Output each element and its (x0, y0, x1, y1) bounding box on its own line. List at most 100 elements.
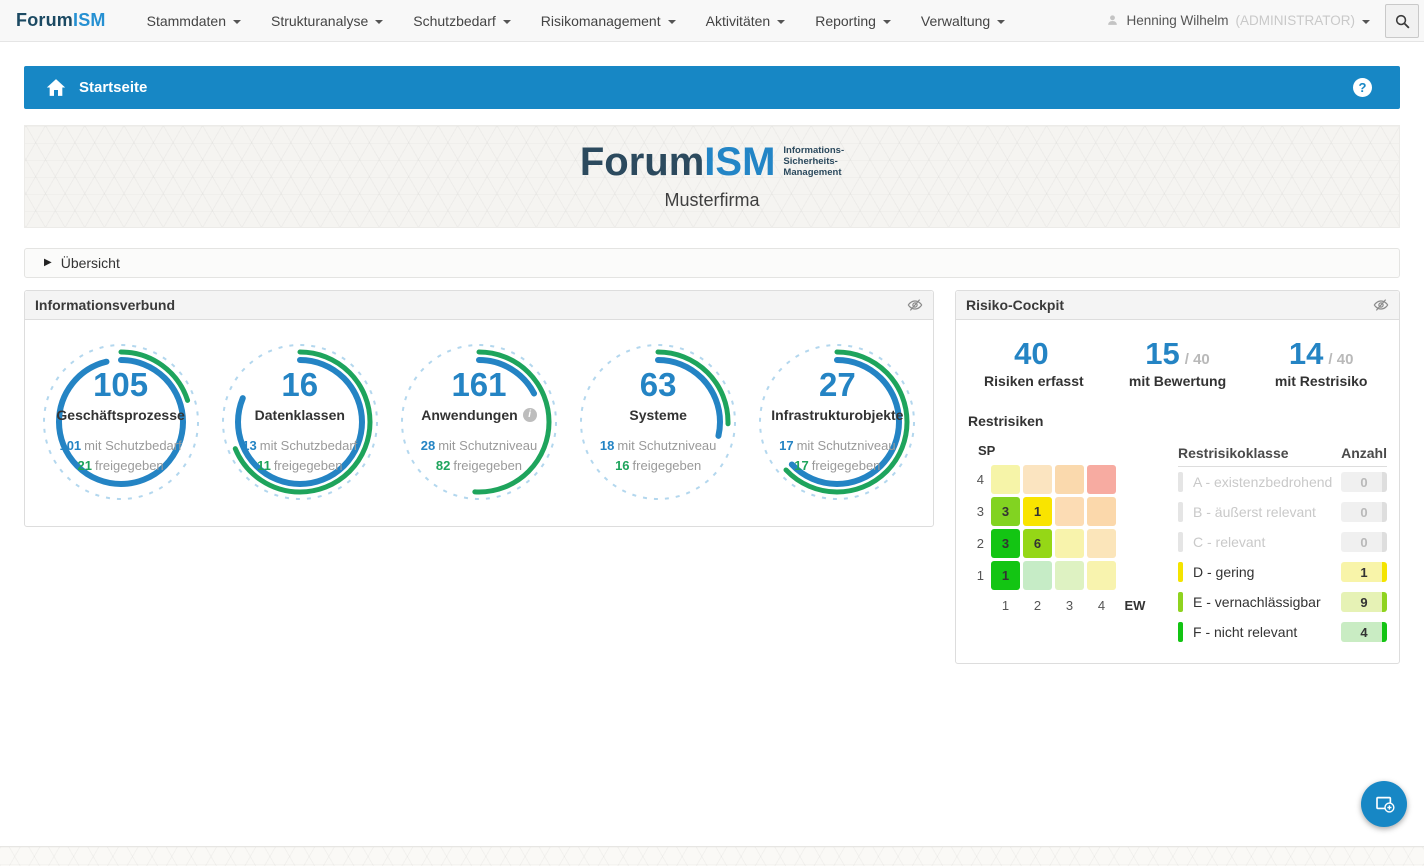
legend-header: Restrisikoklasse Anzahl (1178, 445, 1387, 467)
caret-down-icon (503, 20, 511, 24)
app-logo[interactable]: ForumISM (16, 10, 106, 31)
card-anwendungen[interactable]: 161 Anwendungen i 28mit Schutzniveau 82f… (391, 340, 567, 508)
page-title: Startseite (79, 79, 147, 96)
page-footer (0, 846, 1424, 866)
matrix-row-label: 3 (977, 504, 988, 519)
matrix-col-label: 4 (1098, 598, 1105, 613)
card-text: 27 Infrastrukturobjekte 17mit Schutznive… (749, 340, 925, 477)
line1-text: mit Schutzbedarf (84, 438, 182, 453)
legend-label: A - existenzbedrohend (1193, 474, 1332, 490)
card-line2: 16freigegeben (600, 456, 716, 477)
banner-logo: ForumISM (580, 143, 776, 181)
card-text: 63 Systeme 18mit Schutzniveau 16freigege… (570, 340, 746, 477)
nav-item-risikomanagement[interactable]: Risikomanagement (526, 0, 691, 42)
line2-value: 11 (257, 458, 271, 473)
nav-item-label: Reporting (815, 13, 876, 29)
line2-value: 16 (615, 458, 629, 473)
informationsverbund-panel: Informationsverbund 105 Geschäftsprozess… (24, 290, 934, 527)
matrix-cell: 3 (991, 497, 1020, 526)
nav-item-strukturanalyse[interactable]: Strukturanalyse (256, 0, 398, 42)
line2-text: freigegeben (812, 458, 881, 473)
subtitle-line: Management (783, 167, 844, 178)
stat-value-row: 40 (962, 338, 1106, 369)
overview-collapse-bar[interactable]: ▶ Übersicht (24, 248, 1400, 278)
card-geschaeftsprozesse[interactable]: 105 Geschäftsprozesse 101mit Schutzbedar… (33, 340, 209, 508)
hide-panel-button[interactable] (1373, 297, 1389, 313)
content-row: Informationsverbund 105 Geschäftsprozess… (24, 290, 1400, 664)
new-window-fab-button[interactable] (1361, 781, 1407, 827)
matrix-cell (1055, 529, 1084, 558)
card-label-text: Infrastrukturobjekte (771, 407, 903, 423)
card-line1: 18mit Schutzniveau (600, 436, 716, 457)
line2-text: freigegeben (95, 458, 164, 473)
card-line2: 82freigegeben (421, 456, 537, 477)
info-icon[interactable]: i (523, 408, 537, 422)
line1-text: mit Schutzniveau (617, 438, 716, 453)
line1-value: 13 (242, 438, 256, 453)
matrix-x-axis-label: EW (1125, 598, 1146, 613)
matrix-col-label: 3 (1066, 598, 1073, 613)
card-line1: 28mit Schutzniveau (421, 436, 537, 457)
matrix-col-label: 2 (1034, 598, 1041, 613)
panel-title: Informationsverbund (35, 297, 175, 313)
card-value: 27 (819, 368, 856, 403)
caret-down-icon (668, 20, 676, 24)
nav-item-stammdaten[interactable]: Stammdaten (132, 0, 256, 42)
nav-item-reporting[interactable]: Reporting (800, 0, 906, 42)
help-button[interactable]: ? (1353, 78, 1372, 97)
nav-item-label: Schutzbedarf (413, 13, 496, 29)
matrix-grid: 4331236111234EW (968, 465, 1164, 613)
window-plus-icon (1370, 790, 1398, 818)
nav-item-verwaltung[interactable]: Verwaltung (906, 0, 1020, 42)
matrix-cell (991, 465, 1020, 494)
hide-panel-button[interactable] (907, 297, 923, 313)
stat-value-row: 15 / 40 (1106, 338, 1250, 369)
legend-count-badge: 0 (1341, 502, 1387, 522)
legend-count-header: Anzahl (1341, 445, 1387, 461)
user-menu[interactable]: Henning Wilhelm (ADMINISTRATOR) (1106, 13, 1376, 28)
card-label: Anwendungen i (421, 407, 536, 423)
card-systeme[interactable]: 63 Systeme 18mit Schutzniveau 16freigege… (570, 340, 746, 508)
line1-text: mit Schutzniveau (797, 438, 896, 453)
eye-slash-icon (1373, 297, 1389, 313)
card-datenklassen[interactable]: 16 Datenklassen 13mit Schutzbedarf 11fre… (212, 340, 388, 508)
legend-row-a: A - existenzbedrohend 0 (1178, 467, 1387, 497)
panel-title: Risiko-Cockpit (966, 297, 1064, 313)
top-navbar: ForumISM Stammdaten Strukturanalyse Schu… (0, 0, 1424, 42)
legend-label: C - relevant (1193, 534, 1265, 550)
panel-header: Informationsverbund (25, 291, 933, 320)
brand-part1: Forum (16, 10, 73, 30)
line2-value: 21 (78, 458, 92, 473)
card-line2: 11freigegeben (242, 456, 357, 477)
matrix-cell (1023, 561, 1052, 590)
card-infrastrukturobjekte[interactable]: 27 Infrastrukturobjekte 17mit Schutznive… (749, 340, 925, 508)
banner-logo-part1: Forum (580, 140, 704, 184)
legend-row-d: D - gering 1 (1178, 557, 1387, 587)
legend-count-badge: 0 (1341, 472, 1387, 492)
matrix-cell: 6 (1023, 529, 1052, 558)
card-line1: 101mit Schutzbedarf (59, 436, 181, 457)
nav-item-label: Aktivitäten (706, 13, 771, 29)
nav-item-aktivitaeten[interactable]: Aktivitäten (691, 0, 801, 42)
caret-down-icon (997, 20, 1005, 24)
line1-text: mit Schutzbedarf (260, 438, 358, 453)
line1-value: 18 (600, 438, 614, 453)
nav-item-label: Stammdaten (147, 13, 226, 29)
subtitle-line: Sicherheits- (783, 156, 844, 167)
user-icon (1106, 14, 1119, 27)
stat-value-row: 14 / 40 (1249, 338, 1393, 369)
nav-item-schutzbedarf[interactable]: Schutzbedarf (398, 0, 526, 42)
stat-label: mit Restrisiko (1249, 373, 1393, 389)
search-button[interactable] (1385, 4, 1419, 38)
matrix-cell (1055, 465, 1084, 494)
matrix-cell: 1 (991, 561, 1020, 590)
matrix-cell (1055, 561, 1084, 590)
banner-logo-subtitle: Informations- Sicherheits- Management (783, 145, 844, 179)
restrisiken-title: Restrisiken (968, 413, 1399, 429)
subtitle-line: Informations- (783, 145, 844, 156)
caret-down-icon (375, 20, 383, 24)
legend-color-bar (1178, 502, 1183, 522)
user-role: (ADMINISTRATOR) (1236, 13, 1356, 28)
home-icon (46, 78, 66, 97)
nav-item-label: Strukturanalyse (271, 13, 368, 29)
